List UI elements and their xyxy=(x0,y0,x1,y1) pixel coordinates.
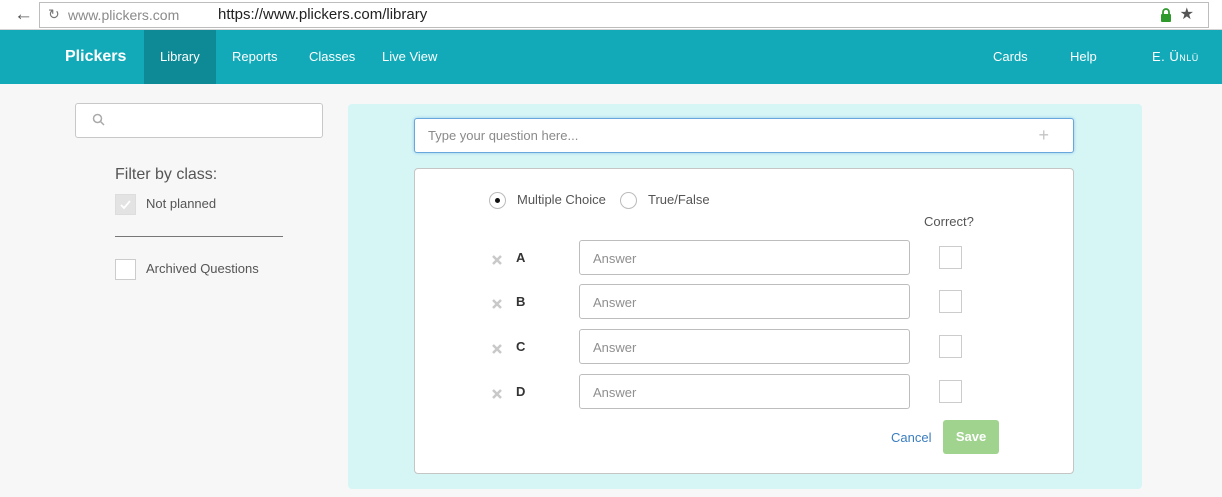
browser-address-bar: ← ↻ www.plickers.com https://www.plicker… xyxy=(0,0,1222,30)
remove-answer-b-icon[interactable] xyxy=(491,298,503,310)
answer-c-input[interactable] xyxy=(593,340,893,355)
correct-b-checkbox[interactable] xyxy=(939,290,962,313)
search-box[interactable] xyxy=(75,103,323,138)
url-domain-hint: www.plickers.com xyxy=(68,7,180,23)
answer-b-field[interactable] xyxy=(579,284,910,319)
top-nav: Plickers Library Reports Classes Live Vi… xyxy=(0,30,1222,84)
nav-library[interactable]: Library xyxy=(144,30,216,84)
brand-logo[interactable]: Plickers xyxy=(65,30,126,84)
lock-icon xyxy=(1161,8,1171,22)
answer-letter-c: C xyxy=(516,339,526,354)
remove-answer-a-icon[interactable] xyxy=(491,254,503,266)
answer-b-input[interactable] xyxy=(593,295,893,310)
nav-cards[interactable]: Cards xyxy=(993,30,1028,84)
search-icon xyxy=(92,113,105,126)
answer-letter-d: D xyxy=(516,384,526,399)
true-false-label: True/False xyxy=(648,192,710,207)
true-false-radio[interactable] xyxy=(620,192,637,209)
answer-letter-b: B xyxy=(516,294,526,309)
question-field[interactable]: + xyxy=(414,118,1074,153)
cancel-button[interactable]: Cancel xyxy=(891,430,931,445)
bookmark-star-icon[interactable]: ★ xyxy=(1180,4,1194,24)
correct-column-header: Correct? xyxy=(924,214,974,229)
nav-help[interactable]: Help xyxy=(1070,30,1097,84)
remove-answer-d-icon[interactable] xyxy=(491,388,503,400)
nav-classes[interactable]: Classes xyxy=(293,30,371,84)
correct-c-checkbox[interactable] xyxy=(939,335,962,358)
url-field[interactable]: ↻ www.plickers.com https://www.plickers.… xyxy=(39,2,1209,28)
question-input[interactable] xyxy=(428,128,1008,143)
answer-d-input[interactable] xyxy=(593,385,893,400)
answer-letter-a: A xyxy=(516,250,526,265)
not-planned-label: Not planned xyxy=(146,196,217,211)
checkmark-icon xyxy=(120,200,131,210)
multiple-choice-radio[interactable] xyxy=(489,192,506,209)
nav-reports[interactable]: Reports xyxy=(216,30,294,84)
reload-icon[interactable]: ↻ xyxy=(48,6,60,23)
archived-questions-label: Archived Questions xyxy=(146,261,259,276)
not-planned-checkbox[interactable] xyxy=(115,194,136,215)
correct-a-checkbox[interactable] xyxy=(939,246,962,269)
answer-a-field[interactable] xyxy=(579,240,910,275)
nav-live-view[interactable]: Live View xyxy=(366,30,453,84)
remove-answer-c-icon[interactable] xyxy=(491,343,503,355)
filter-title: Filter by class: xyxy=(115,166,218,183)
sidebar-divider xyxy=(115,236,283,237)
multiple-choice-label: Multiple Choice xyxy=(517,192,606,207)
add-icon[interactable]: + xyxy=(1038,125,1049,146)
answer-c-field[interactable] xyxy=(579,329,910,364)
nav-user-menu[interactable]: E. Ünlü xyxy=(1152,30,1199,84)
radio-selected-dot xyxy=(495,198,500,203)
archived-questions-checkbox[interactable] xyxy=(115,259,136,280)
answer-d-field[interactable] xyxy=(579,374,910,409)
answer-a-input[interactable] xyxy=(593,251,893,266)
url-text[interactable]: https://www.plickers.com/library xyxy=(218,6,427,23)
back-arrow-icon[interactable]: ← xyxy=(14,3,33,27)
correct-d-checkbox[interactable] xyxy=(939,380,962,403)
save-button[interactable]: Save xyxy=(943,420,999,454)
